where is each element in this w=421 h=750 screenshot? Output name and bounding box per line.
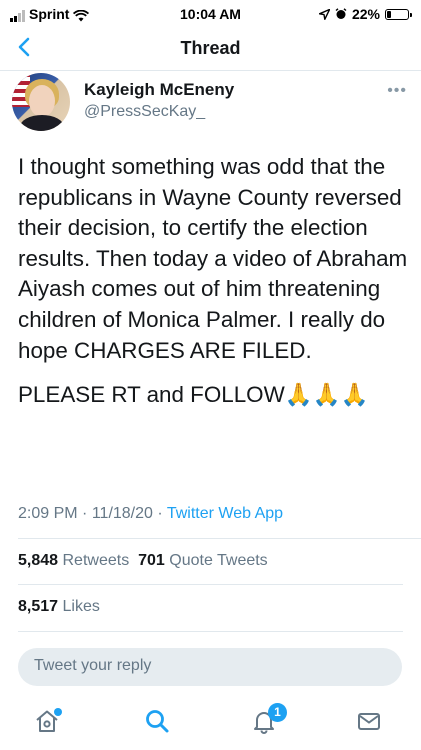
more-icon[interactable]: ••• [387,82,407,100]
location-icon [318,8,330,20]
avatar[interactable] [12,73,70,131]
meta-separator: · [82,505,92,522]
likes-stat[interactable]: 8,517 Likes [18,598,100,616]
tweet-text: I thought something was odd that the rep… [18,154,408,363]
likes-label: Likes [62,598,100,615]
tweet-meta: 2:09 PM · 11/18/20 · Twitter Web App [18,505,283,523]
notifications-badge: 1 [268,703,287,722]
status-bar: Sprint 10:04 AM 22% [0,0,421,26]
tweet-date: 11/18/20 [91,505,153,522]
retweets-label: Retweets [62,552,130,569]
tweet-text-2: PLEASE RT and FOLLOW🙏🙏🙏 [18,382,369,408]
battery-percent: 22% [351,6,380,22]
meta-separator: · [157,505,167,522]
quotes-stat[interactable]: 701 Quote Tweets [138,552,268,569]
likes-count: 8,517 [18,598,59,615]
divider [18,538,421,539]
quotes-count: 701 [138,552,165,569]
messages-icon[interactable] [355,707,383,735]
retweets-stat[interactable]: 5,848 Retweets [18,552,129,569]
tweet-time: 2:09 PM [18,505,78,522]
engagement-stats: 5,848 Retweets 701 Quote Tweets [18,552,268,570]
author-handle[interactable]: @PressSecKay_ [84,103,205,121]
author-name[interactable]: Kayleigh McEneny [84,80,234,100]
page-title: Thread [180,38,241,58]
avatar-face [29,85,55,117]
divider [18,631,403,632]
retweets-count: 5,848 [18,552,59,569]
battery-fill [387,10,391,18]
reply-input[interactable]: Tweet your reply [18,648,402,686]
alarm-icon [335,8,347,19]
tweet-source-link[interactable]: Twitter Web App [167,505,283,522]
avatar-coat [20,115,64,131]
battery-icon [385,8,412,20]
home-notification-dot [54,708,62,716]
navigation-header: Thread [0,26,421,71]
divider [18,584,403,585]
tweet-body: I thought something was odd that the rep… [18,152,410,411]
search-icon[interactable] [143,707,171,735]
status-right: 22% [318,6,412,22]
quotes-label: Quote Tweets [169,552,268,569]
